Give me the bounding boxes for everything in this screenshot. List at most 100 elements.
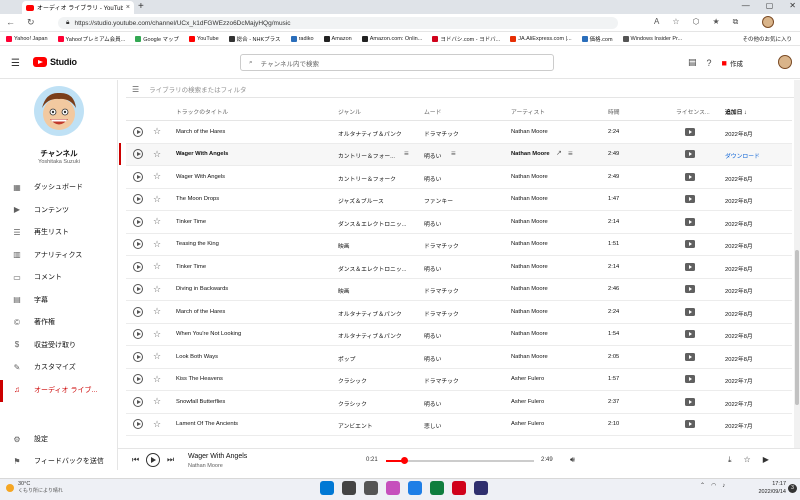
window-close-icon[interactable]: ✕ [789,1,796,10]
back-icon[interactable]: ← [6,17,15,28]
taskbar-app-icon[interactable] [386,481,400,495]
taskbar-app-icon[interactable] [408,481,422,495]
sidebar-item-comment[interactable]: ▭ コメント [0,266,118,288]
other-bookmarks[interactable]: その他のお気に入り [742,35,792,43]
favorite-star-icon[interactable]: ☆ [672,17,679,27]
star-icon[interactable]: ☆ [153,329,161,340]
channel-search-input[interactable]: ⌕ チャンネル内で検索 [240,54,554,71]
player-progress-track[interactable] [386,460,534,462]
star-icon[interactable]: ☆ [153,239,161,250]
table-row[interactable]: ☆ Wager With Angels カントリー＆フォー... 明るい Nathan … [126,143,792,166]
table-row[interactable]: ☆ Kiss The Heavens クラシック ドラマチック Asher Fulero… [126,369,792,391]
play-track-icon[interactable] [133,284,143,294]
volume-icon[interactable]: 🔊︎ [570,455,575,465]
col-mood[interactable]: ムード [424,107,441,116]
weather-widget[interactable]: 30°C くもり所により晴れ [6,481,63,494]
star-icon[interactable]: ☆ [153,126,161,137]
bookmark-item[interactable]: Amazon.com: Onlin... [361,35,422,42]
url-field[interactable]: 🔒︎ https://studio.youtube.com/channel/UC… [58,17,618,29]
play-track-icon[interactable] [133,149,143,159]
tab-close-icon[interactable]: × [126,4,130,11]
bookmark-item[interactable]: 総合 - NHKプラス [228,35,281,43]
star-icon[interactable]: ☆ [153,149,161,160]
star-icon[interactable]: ☆ [153,374,161,385]
mood-filter-icon[interactable]: ≡ [451,149,456,158]
play-track-icon[interactable] [133,194,143,204]
taskbar-app-icon[interactable] [474,481,488,495]
next-track-icon[interactable]: ⏭ [167,455,174,465]
external-link-icon[interactable]: ↗ [556,149,562,157]
favorites-icon[interactable]: ★ [713,17,720,27]
sidebar-item-audio-library[interactable]: ♫ オーディオ ライブ... [0,379,118,401]
star-icon[interactable]: ☆ [744,455,751,465]
tray-chevron-icon[interactable]: ⌃ [700,482,705,489]
col-added[interactable]: 追加日 ↓ [725,107,747,116]
collections-icon[interactable]: ⧉ [733,17,739,27]
download-icon[interactable]: ⤓ [728,455,732,465]
feedback-icon[interactable]: ▤ [688,57,697,68]
table-row[interactable]: ☆ Tinker Time ダンス＆エレクトロニッ... 明るい Nathan Moor… [126,256,792,279]
table-row[interactable]: ☆ Lament Of The Ancients アンビエント 悲しい Asher Fu… [126,414,792,436]
play-track-icon[interactable] [133,329,143,339]
bookmark-item[interactable]: JA.AliExpress.com |... [510,35,572,42]
star-icon[interactable]: ☆ [153,194,161,205]
star-icon[interactable]: ☆ [153,261,161,272]
minimize-icon[interactable]: — [742,1,750,10]
star-icon[interactable]: ☆ [153,396,161,407]
bookmark-item[interactable]: Windows Insider Pr... [622,35,682,42]
play-track-icon[interactable] [133,171,143,182]
play-track-icon[interactable] [133,216,143,227]
menu-icon[interactable]: ☰ [11,58,20,69]
speaker-icon[interactable]: ♪ [722,483,725,489]
bookmark-item[interactable]: YouTube [189,35,219,42]
genre-filter-icon[interactable]: ≡ [404,149,409,158]
table-row[interactable]: ☆ The Moon Drops ジャズ＆ブルース ファンキー Nathan Moore… [126,189,792,211]
browser-tab[interactable]: オーディオ ライブラリ - YouTube Studio × [22,1,134,14]
star-icon[interactable]: ☆ [153,216,161,227]
sidebar-item-copyright[interactable]: © 著作権 [0,311,118,333]
bookmark-item[interactable]: Google マップ [135,35,179,43]
sidebar-item-playlist[interactable]: ☰ 再生リスト [0,221,118,243]
play-track-icon[interactable] [133,306,143,317]
wifi-icon[interactable]: ◠ [711,482,716,489]
new-tab-icon[interactable]: + [138,1,144,12]
table-row[interactable]: ☆ When You're Not Looking オルタナティブ＆パンク 明るい Na… [126,324,792,346]
library-filter[interactable]: ☰ ライブラリの検索またはフィルタ [126,81,800,98]
sidebar-item-subtitles[interactable]: ▤ 字幕 [0,289,118,311]
col-duration[interactable]: 時間 [608,107,620,116]
play-track-icon[interactable] [133,126,143,137]
table-row[interactable]: ☆ Wager With Angels カントリー＆フォーク 明るい Nathan Mo… [126,166,792,189]
taskbar-clock[interactable]: 17:17 2022/09/14 [748,480,786,496]
taskbar-app-icon[interactable] [320,481,334,495]
play-track-icon[interactable] [133,351,143,362]
bookmark-item[interactable]: ヨドバシ.com - ヨドバ... [432,35,500,43]
bookmark-item[interactable]: radiko [290,35,314,42]
sidebar-item-content[interactable]: ▶ コンテンツ [0,199,118,221]
sidebar-item-customize[interactable]: ✎ カスタマイズ [0,356,118,378]
bookmark-item[interactable]: Yahoo!プレミアム会員... [57,35,125,43]
col-license[interactable]: ライセンス... [676,107,710,116]
read-aloud-icon[interactable]: A [654,17,659,27]
col-title[interactable]: トラックのタイトル [176,107,228,116]
play-track-icon[interactable] [133,419,143,429]
table-row[interactable]: ☆ March of the Hares オルタナティブ＆パンク ドラマチック Nath… [126,301,792,324]
sidebar-item-settings[interactable]: ⚙ 設定 [0,428,118,450]
create-button[interactable]: ■ 作成 [722,58,743,68]
bookmark-item[interactable]: Amazon [323,35,352,42]
taskbar-app-icon[interactable] [364,481,378,495]
table-row[interactable]: ☆ Snowfall Butterflies クラシック 明るい Asher Fuler… [126,391,792,414]
table-row[interactable]: ☆ Look Both Ways ポップ 明るい Nathan Moore 2:05 202… [126,346,792,369]
play-track-icon[interactable] [133,239,143,249]
scrollbar-thumb[interactable] [795,250,799,405]
player-progress-handle[interactable] [400,457,408,464]
notification-badge[interactable]: 3 [788,484,797,493]
star-icon[interactable]: ☆ [153,351,161,362]
sidebar-item-analytics[interactable]: ▥ アナリティクス [0,244,118,266]
bookmark-item[interactable]: 価格.com [581,35,613,43]
play-track-icon[interactable] [133,396,143,407]
previous-track-icon[interactable]: ⏮ [132,455,139,465]
taskbar-app-icon[interactable] [342,481,356,495]
account-avatar[interactable] [778,55,792,69]
studio-logo[interactable]: Studio [33,57,77,67]
table-row[interactable]: ☆ Diving in Backwards 映画 ドラマチック Nathan Moore… [126,279,792,301]
